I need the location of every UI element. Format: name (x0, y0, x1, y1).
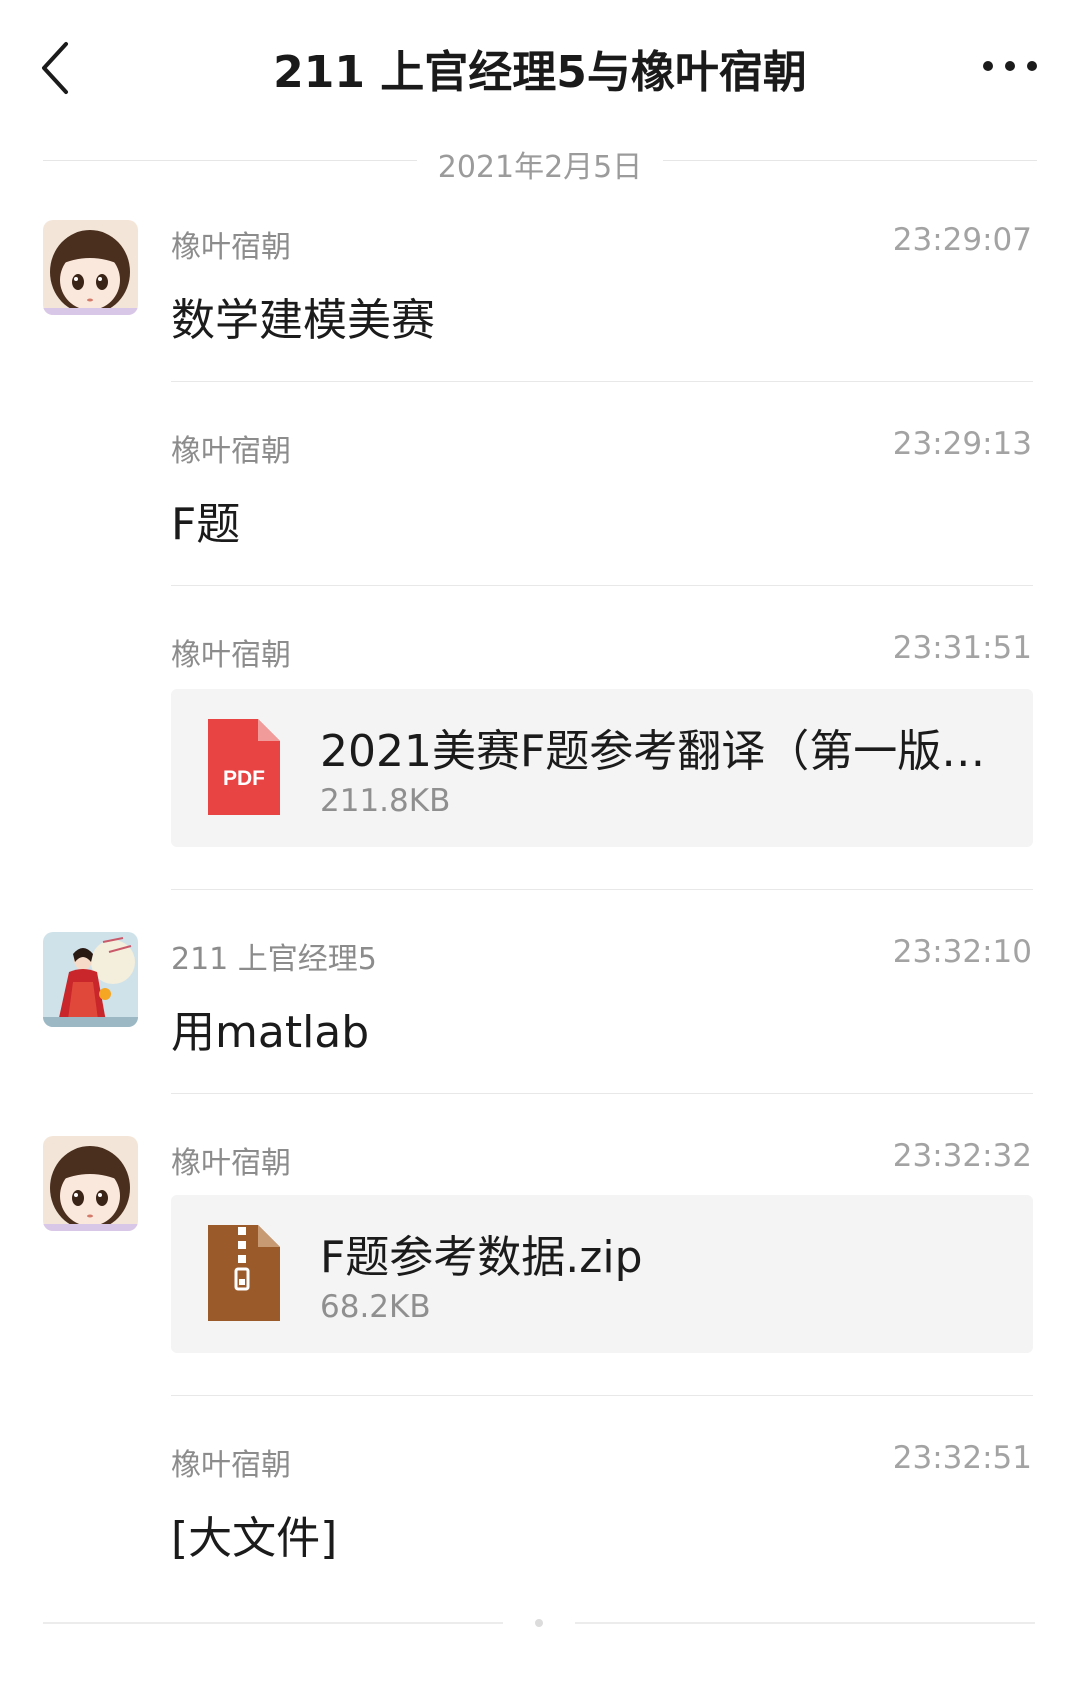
date-label: 2021年2月5日 (417, 150, 663, 185)
message-time: 23:32:51 (892, 1440, 1032, 1476)
end-dot (535, 1619, 543, 1627)
file-card[interactable]: F题参考数据.zip 68.2KB (171, 1195, 1033, 1353)
message-separator (171, 381, 1033, 382)
file-name: 2021美赛F题参考翻译（第一版… (320, 726, 986, 777)
message-time: 23:32:32 (892, 1138, 1032, 1174)
file-size: 211.8KB (320, 783, 451, 819)
page-title: 211 上官经理5与橡叶宿朝 (273, 47, 807, 98)
message-time: 23:29:13 (892, 426, 1032, 462)
more-dots-icon[interactable] (980, 56, 1040, 76)
message-separator (171, 1093, 1033, 1094)
pdf-label: PDF (223, 767, 265, 790)
sender-name: 211 上官经理5 (171, 942, 377, 977)
date-divider: 2021年2月5日 (43, 140, 1037, 185)
end-line-left (43, 1622, 503, 1624)
avatar[interactable] (43, 1136, 138, 1231)
avatar[interactable] (43, 220, 138, 315)
avatar[interactable] (43, 932, 138, 1027)
sender-name: 橡叶宿朝 (171, 638, 291, 673)
chevron-left-icon[interactable] (36, 38, 76, 98)
message-text[interactable]: F题 (171, 488, 240, 552)
message-text[interactable]: [大文件] (171, 1502, 337, 1566)
pdf-file-icon: PDF (208, 719, 280, 815)
message-time: 23:31:51 (892, 630, 1032, 666)
avatar-girl-image (43, 1136, 138, 1231)
sender-name: 橡叶宿朝 (171, 1448, 291, 1483)
end-line-right (575, 1622, 1035, 1624)
file-name: F题参考数据.zip (320, 1232, 643, 1283)
sender-name: 橡叶宿朝 (171, 434, 291, 469)
message-separator (171, 1395, 1033, 1396)
sender-name: 橡叶宿朝 (171, 1146, 291, 1181)
sender-name: 橡叶宿朝 (171, 230, 291, 265)
message-text[interactable]: 数学建模美赛 (171, 284, 435, 348)
message-time: 23:32:10 (892, 934, 1032, 970)
message-separator (171, 585, 1033, 586)
chat-header: 211 上官经理5与橡叶宿朝 (0, 0, 1080, 135)
zip-file-icon (208, 1225, 280, 1321)
file-size: 68.2KB (320, 1289, 431, 1325)
file-card[interactable]: PDF 2021美赛F题参考翻译（第一版… 211.8KB (171, 689, 1033, 847)
message-time: 23:29:07 (892, 222, 1032, 258)
avatar-girl-image (43, 220, 138, 315)
avatar-lady-image (43, 932, 138, 1027)
message-text[interactable]: 用matlab (171, 996, 369, 1060)
message-separator (171, 889, 1033, 890)
